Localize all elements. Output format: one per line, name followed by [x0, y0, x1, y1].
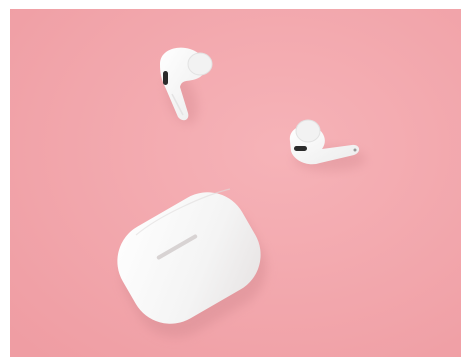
photo — [10, 9, 461, 357]
left-earbud-sensor — [163, 71, 168, 85]
image-frame — [0, 0, 462, 358]
photo-canvas — [10, 9, 461, 357]
right-earbud-sensor — [294, 146, 307, 151]
